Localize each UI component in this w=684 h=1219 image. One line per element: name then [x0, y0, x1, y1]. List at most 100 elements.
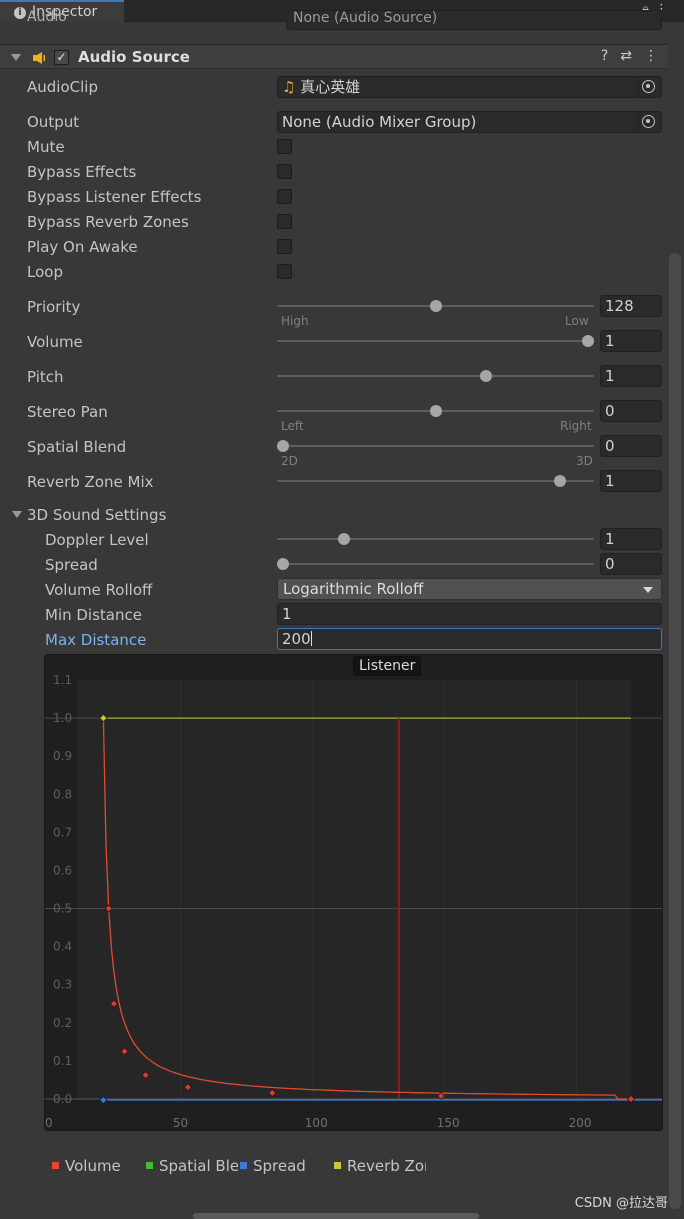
- component-menu-icon[interactable]: ⋮: [644, 48, 658, 64]
- bypass-listener-effects-label: Bypass Listener Effects: [27, 188, 202, 206]
- bypass-reverb-zones-label: Bypass Reverb Zones: [27, 213, 189, 231]
- mute-label: Mute: [27, 138, 65, 156]
- previous-audio-source-field[interactable]: None (Audio Source): [286, 10, 662, 30]
- output-value: None (Audio Mixer Group): [282, 113, 477, 131]
- volume-slider-track[interactable]: [277, 340, 594, 342]
- reverb-zone-mix-label: Reverb Zone Mix: [27, 473, 154, 491]
- y-tick-label: 0.6: [53, 863, 72, 877]
- doppler-value-field[interactable]: 1: [600, 528, 662, 550]
- x-tick-label: 100: [305, 1116, 328, 1130]
- stereo-pan-value: 0: [605, 402, 615, 420]
- legend-volume[interactable]: Volume: [52, 1157, 121, 1175]
- preset-icon[interactable]: ⇄: [620, 48, 632, 64]
- spatial-blend-slider-track[interactable]: [277, 445, 594, 447]
- volume-value-field[interactable]: 1: [600, 330, 662, 352]
- max-distance-label: Max Distance: [45, 631, 147, 649]
- x-tick-label: 200: [569, 1116, 592, 1130]
- pitch-value-field[interactable]: 1: [600, 365, 662, 387]
- plot-area: [77, 680, 631, 1099]
- x-tick-label: 150: [437, 1116, 460, 1130]
- loop-label: Loop: [27, 263, 63, 281]
- volume-rolloff-dropdown[interactable]: Logarithmic Rolloff: [277, 578, 662, 600]
- horizontal-scrollbar[interactable]: [193, 1213, 479, 1219]
- listener-badge: Listener: [353, 656, 422, 676]
- reverb-zone-mix-slider-thumb[interactable]: [554, 475, 567, 487]
- help-icon[interactable]: ?: [601, 48, 608, 64]
- text-cursor: [310, 631, 312, 646]
- reverb-zone-mix-value: 1: [605, 472, 615, 490]
- min-distance-value: 1: [282, 605, 292, 623]
- object-picker-icon[interactable]: [642, 115, 655, 128]
- spatial-blend-min-label: 2D: [281, 454, 298, 468]
- legend-spread[interactable]: Spread: [240, 1157, 306, 1175]
- watermark: CSDN @拉达哥: [574, 1196, 668, 1211]
- legend-spatial-label: Spatial Ble: [159, 1157, 238, 1175]
- min-distance-field[interactable]: 1: [277, 603, 662, 625]
- legend-reverb-zone[interactable]: Reverb Zor: [334, 1157, 426, 1175]
- max-distance-value: 200: [282, 630, 311, 648]
- output-field[interactable]: None (Audio Mixer Group): [277, 111, 662, 133]
- spread-slider-track[interactable]: [277, 563, 594, 565]
- doppler-value: 1: [605, 530, 615, 548]
- y-tick-label: 1.1: [53, 673, 72, 687]
- priority-value-field[interactable]: 128: [600, 295, 662, 317]
- output-label: Output: [27, 113, 80, 131]
- priority-slider-thumb[interactable]: [429, 300, 442, 312]
- legend-spatial-blend[interactable]: Spatial Ble: [146, 1157, 238, 1175]
- audio-source-header[interactable]: ✓ Audio Source ? ⇄ ⋮: [0, 44, 668, 69]
- volume-slider-thumb[interactable]: [582, 335, 594, 347]
- pitch-slider-track[interactable]: [277, 375, 594, 377]
- y-tick-label: 0.4: [53, 940, 72, 954]
- audioclip-field[interactable]: ♫ 真心英雄: [277, 76, 662, 98]
- pitch-label: Pitch: [27, 368, 64, 386]
- component-enabled-checkbox[interactable]: ✓: [54, 50, 69, 65]
- rolloff-curve-canvas[interactable]: 1.1 1.0 0.9 0.8 0.7 0.6 0.5 0.4 0.3 0.2 0.1 0.00 50 1…: [45, 655, 663, 1131]
- 3d-sound-settings-foldout[interactable]: 3D Sound Settings: [27, 506, 166, 524]
- doppler-slider-thumb[interactable]: [338, 533, 350, 545]
- spatial-blend-value-field[interactable]: 0: [600, 435, 662, 457]
- reverb-zone-mix-value-field[interactable]: 1: [600, 470, 662, 492]
- spread-label: Spread: [45, 556, 98, 574]
- play-on-awake-checkbox[interactable]: [277, 239, 292, 254]
- 3d-settings-foldout-icon[interactable]: [12, 511, 22, 518]
- previous-row-label: Audio: [27, 10, 67, 24]
- pitch-slider-thumb[interactable]: [480, 370, 493, 382]
- bypass-effects-checkbox[interactable]: [277, 164, 292, 179]
- reverb-zone-mix-slider-track[interactable]: [277, 480, 594, 482]
- bypass-listener-effects-checkbox[interactable]: [277, 189, 292, 204]
- x-tick-label: 0: [45, 1116, 53, 1130]
- foldout-arrow-icon[interactable]: [11, 54, 21, 61]
- y-tick-label: 0.7: [53, 825, 72, 839]
- loop-checkbox[interactable]: [277, 264, 292, 279]
- doppler-slider-track[interactable]: [277, 538, 594, 540]
- y-tick-label: 0.5: [53, 902, 72, 916]
- spread-slider-thumb[interactable]: [277, 558, 289, 570]
- spread-swatch-icon: [240, 1162, 247, 1169]
- spatial-blend-max-label: 3D: [576, 454, 593, 468]
- stereo-pan-slider-thumb[interactable]: [429, 405, 442, 417]
- bypass-reverb-zones-checkbox[interactable]: [277, 214, 292, 229]
- doppler-level-label: Doppler Level: [45, 531, 149, 549]
- priority-max-label: Low: [565, 314, 589, 328]
- stereo-pan-min-label: Left: [281, 419, 304, 433]
- reverb-swatch-icon: [334, 1162, 341, 1169]
- audioclip-label: AudioClip: [27, 78, 98, 96]
- legend-spread-label: Spread: [253, 1157, 306, 1175]
- priority-value: 128: [605, 297, 634, 315]
- spatial-blend-label: Spatial Blend: [27, 438, 127, 456]
- y-tick-label: 0.8: [53, 787, 72, 801]
- volume-label: Volume: [27, 333, 83, 351]
- spatial-blend-slider-thumb[interactable]: [277, 440, 289, 452]
- object-picker-icon[interactable]: [642, 80, 655, 93]
- stereo-pan-value-field[interactable]: 0: [600, 400, 662, 422]
- rolloff-curve-graph[interactable]: 1.1 1.0 0.9 0.8 0.7 0.6 0.5 0.4 0.3 0.2 0.1 0.0 0 50 1…: [44, 654, 663, 1131]
- volume-swatch-icon: [52, 1162, 59, 1169]
- spread-value-field[interactable]: 0: [600, 553, 662, 575]
- volume-rolloff-value: Logarithmic Rolloff: [283, 580, 424, 598]
- mute-checkbox[interactable]: [277, 139, 292, 154]
- max-distance-field[interactable]: 200: [277, 628, 662, 650]
- audio-clip-icon: ♫: [282, 78, 296, 96]
- y-tick-label: 0.1: [53, 1054, 72, 1068]
- legend-volume-label: Volume: [65, 1157, 121, 1175]
- vertical-scrollbar[interactable]: [668, 252, 682, 1210]
